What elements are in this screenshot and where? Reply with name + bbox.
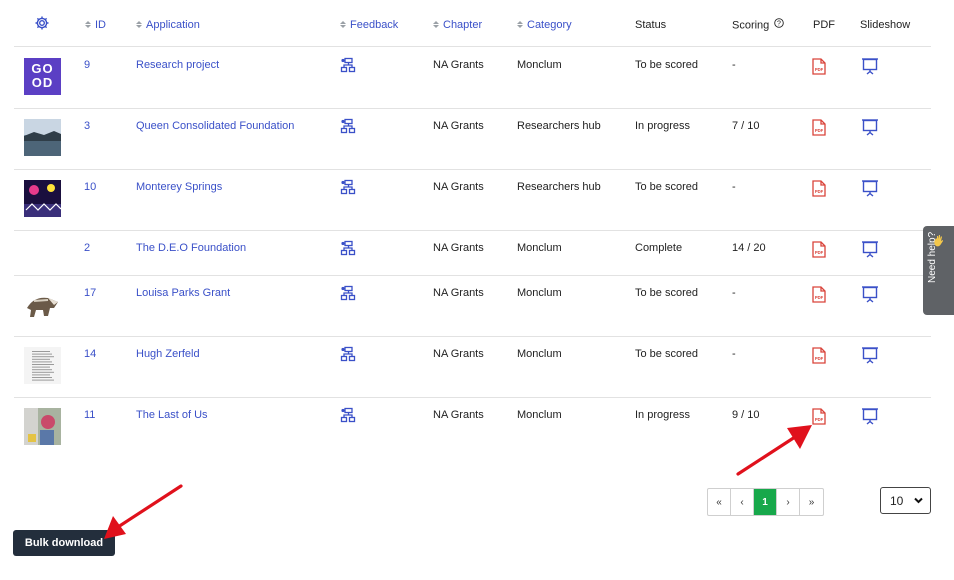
annotation-arrows (104, 425, 812, 539)
arrow-to-bulk-download (104, 484, 183, 539)
arrow-to-pdf-icon (736, 425, 812, 476)
